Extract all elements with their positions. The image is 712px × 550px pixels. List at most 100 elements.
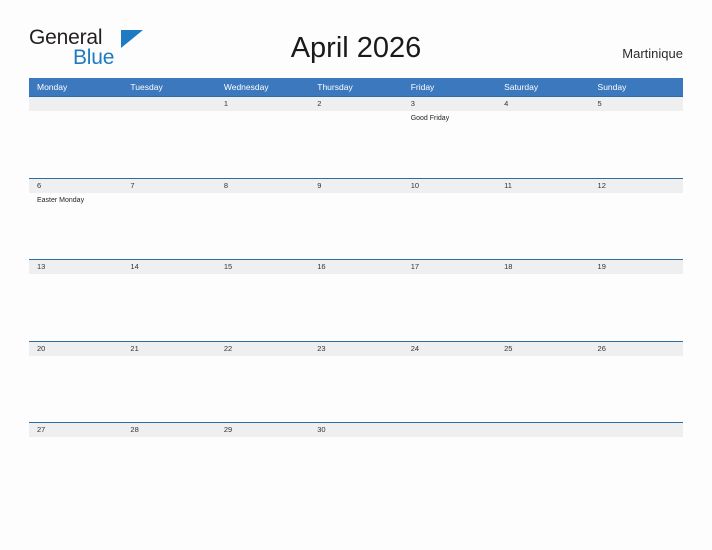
day-number: 4 <box>504 99 509 108</box>
day-cell[interactable]: 6 <box>29 179 122 193</box>
day-events <box>590 193 683 259</box>
region-label: Martinique <box>622 46 683 61</box>
week-event-band: Easter Monday <box>29 192 683 259</box>
calendar-week-row: 13 14 15 16 17 18 19 <box>29 259 683 341</box>
day-cell[interactable]: 21 <box>122 342 215 356</box>
day-cell[interactable]: 5 <box>590 97 683 111</box>
day-number: 23 <box>317 343 326 353</box>
day-cell[interactable]: 7 <box>122 179 215 193</box>
day-number: 12 <box>597 180 606 190</box>
weekday-monday: Monday <box>37 82 68 92</box>
day-cell[interactable]: 10 <box>403 179 496 193</box>
day-number: 26 <box>597 343 606 353</box>
day-number: 25 <box>504 343 513 353</box>
calendar-week-row: 6 7 8 9 10 11 12 Easter Monday <box>29 177 683 260</box>
day-cell[interactable]: 9 <box>309 179 402 193</box>
day-events <box>309 274 402 340</box>
day-cell[interactable] <box>29 97 122 111</box>
day-number: 2 <box>317 99 322 108</box>
day-number: 5 <box>597 99 602 108</box>
day-cell[interactable]: 12 <box>590 179 683 193</box>
day-events <box>122 274 215 340</box>
day-cell[interactable]: 17 <box>403 260 496 274</box>
week-date-band: 1 2 3 4 5 <box>29 97 683 111</box>
day-cell[interactable] <box>590 423 683 437</box>
day-events <box>29 111 122 177</box>
day-events <box>590 274 683 340</box>
day-cell[interactable]: 4 <box>496 97 589 111</box>
day-events <box>403 356 496 422</box>
day-number: 29 <box>223 425 233 434</box>
day-events <box>309 437 402 503</box>
day-events <box>216 356 309 422</box>
day-cell[interactable]: 14 <box>122 260 215 274</box>
day-number: 11 <box>504 180 512 190</box>
day-events <box>122 193 215 259</box>
day-number: 18 <box>504 262 513 271</box>
day-events <box>122 111 215 177</box>
day-number: 24 <box>410 343 420 353</box>
day-events <box>122 356 215 422</box>
day-events <box>590 437 683 503</box>
day-events <box>309 356 402 422</box>
day-number: 17 <box>410 262 420 271</box>
page-header: General Blue April 2026 Martinique <box>0 0 712 76</box>
holiday-label: Good Friday <box>410 115 450 122</box>
day-cell[interactable]: 19 <box>590 260 683 274</box>
day-events <box>403 437 496 503</box>
day-cell[interactable]: 18 <box>496 260 589 274</box>
day-events <box>403 274 496 340</box>
day-number: 1 <box>223 99 229 108</box>
week-event-band: Good Friday <box>29 111 683 177</box>
day-cell[interactable] <box>403 423 496 437</box>
day-number: 30 <box>317 425 326 434</box>
day-cell[interactable]: 1 <box>216 97 309 111</box>
week-date-band: 20 21 22 23 24 25 26 <box>29 341 683 356</box>
day-number: 6 <box>37 180 42 190</box>
day-number: 7 <box>130 180 135 190</box>
day-cell[interactable]: 29 <box>216 423 309 437</box>
week-event-band <box>29 437 683 503</box>
day-number: 20 <box>37 343 46 353</box>
day-cell[interactable]: 8 <box>216 179 309 193</box>
holiday-label: Easter Monday <box>37 196 85 204</box>
day-events <box>216 274 309 340</box>
day-events <box>216 437 309 503</box>
day-number: 8 <box>223 180 229 190</box>
day-cell[interactable]: 27 <box>29 423 122 437</box>
day-cell[interactable]: 20 <box>29 342 122 356</box>
day-events <box>216 111 309 177</box>
day-events <box>496 437 589 503</box>
day-cell[interactable]: 3 <box>403 97 496 111</box>
calendar-week-row: 1 2 3 4 5 Good Friday <box>29 96 683 178</box>
day-number: 21 <box>130 343 139 353</box>
day-cell[interactable]: 26 <box>590 342 683 356</box>
day-events <box>309 111 402 177</box>
day-cell[interactable] <box>122 97 215 111</box>
day-number: 27 <box>37 425 46 434</box>
day-cell[interactable]: 22 <box>216 342 309 356</box>
day-cell[interactable]: 13 <box>29 260 122 274</box>
week-date-band: 27 28 29 30 <box>29 423 683 437</box>
calendar-grid: Monday Tuesday Wednesday Thursday Friday… <box>29 78 683 504</box>
day-cell[interactable]: 23 <box>309 342 402 356</box>
weekday-tuesday: Tuesday <box>130 82 163 92</box>
calendar-week-row: 27 28 29 30 <box>29 422 683 504</box>
day-events <box>29 274 122 340</box>
page-title: April 2026 <box>290 32 422 64</box>
day-cell[interactable] <box>496 423 589 437</box>
day-events <box>496 356 589 422</box>
day-cell[interactable]: 30 <box>309 423 402 437</box>
day-number: 19 <box>597 262 606 271</box>
day-cell[interactable]: 24 <box>403 342 496 356</box>
day-cell[interactable]: 11 <box>496 179 589 193</box>
day-events <box>590 111 683 177</box>
day-events: Easter Monday <box>29 193 122 259</box>
day-cell[interactable]: 25 <box>496 342 589 356</box>
day-cell[interactable]: 15 <box>216 260 309 274</box>
day-cell[interactable]: 16 <box>309 260 402 274</box>
day-cell[interactable]: 28 <box>122 423 215 437</box>
day-events <box>122 437 215 503</box>
day-cell[interactable]: 2 <box>309 97 402 111</box>
week-event-band <box>29 274 683 340</box>
